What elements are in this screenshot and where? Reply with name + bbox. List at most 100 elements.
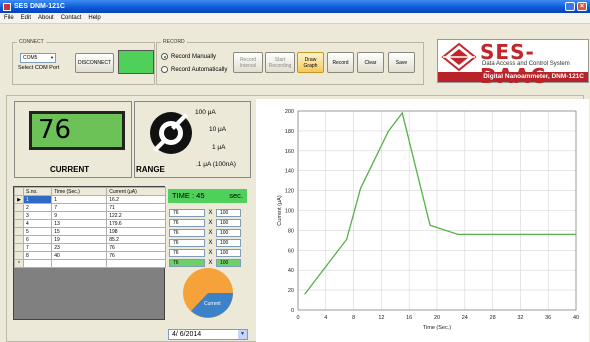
menu-edit[interactable]: Edit xyxy=(21,13,31,23)
clear-button[interactable]: Clear xyxy=(357,52,384,73)
record-interval-button[interactable]: Record Interval xyxy=(233,52,263,73)
reading-value-field[interactable]: 76 xyxy=(169,228,205,237)
column-header-time[interactable]: Time (Sec.) xyxy=(51,187,108,196)
table-cell[interactable]: 7 xyxy=(51,203,108,212)
table-cell[interactable]: 2 xyxy=(22,203,53,212)
table-cell[interactable]: 8 xyxy=(22,251,53,260)
window-title: SES DNM-121C xyxy=(14,3,65,10)
record-automatically-radio[interactable] xyxy=(161,66,168,73)
row-header[interactable] xyxy=(14,203,24,212)
x-tick-label: 28 xyxy=(490,315,496,321)
table-row[interactable]: 7 23 76 xyxy=(14,243,166,252)
multiplier-value-field[interactable]: 100 xyxy=(216,258,241,267)
table-row[interactable]: 6 19 85.2 xyxy=(14,235,166,244)
com-port-label: Select COM Port xyxy=(18,65,60,71)
multiplier-value-field[interactable]: 100 xyxy=(216,218,241,227)
range-selector-knob-icon[interactable] xyxy=(147,109,195,157)
x-tick-label: 8 xyxy=(352,315,355,321)
multiplier-value-field[interactable]: 100 xyxy=(216,208,241,217)
row-header[interactable] xyxy=(14,235,24,244)
row-header[interactable] xyxy=(14,251,24,260)
reading-value-field[interactable]: 76 xyxy=(169,258,205,267)
x-tick-label: 0 xyxy=(296,315,299,321)
table-cell[interactable]: 76 xyxy=(106,243,166,252)
menu-about[interactable]: About xyxy=(38,13,54,23)
multiplier-value-field[interactable]: 100 xyxy=(216,248,241,257)
range-option-10ua[interactable]: 10 μA xyxy=(209,126,226,133)
close-button[interactable]: × xyxy=(577,2,587,11)
record-manually-radio[interactable] xyxy=(161,53,168,60)
table-cell[interactable] xyxy=(51,259,108,268)
table-cell[interactable]: 71 xyxy=(106,203,166,212)
table-cell[interactable]: 13 xyxy=(51,219,108,228)
reading-value-field[interactable]: 76 xyxy=(169,238,205,247)
record-button[interactable]: Record xyxy=(327,52,354,73)
column-header-sno[interactable]: S.no. xyxy=(22,187,53,196)
draw-graph-button[interactable]: Draw Graph xyxy=(297,52,324,73)
disconnect-button[interactable]: DISCONNECT xyxy=(75,53,114,73)
row-header[interactable] xyxy=(14,219,24,228)
table-cell[interactable]: 3 xyxy=(22,211,53,220)
multiplier-value-field[interactable]: 100 xyxy=(216,238,241,247)
x-tick-label: 12 xyxy=(378,315,384,321)
new-row[interactable]: * xyxy=(14,259,166,268)
table-row[interactable]: 3 9 122.2 xyxy=(14,211,166,220)
multiply-icon: X xyxy=(208,239,213,246)
table-cell[interactable]: 1 xyxy=(51,195,108,204)
range-option-100na[interactable]: .1 μA (100nA) xyxy=(196,161,236,168)
table-cell[interactable]: 23 xyxy=(51,243,108,252)
start-recording-button[interactable]: Start Recording xyxy=(265,52,295,73)
table-row[interactable]: ▶ 1 1 16.2 xyxy=(14,195,166,204)
table-cell[interactable]: 4 xyxy=(22,219,53,228)
table-cell[interactable]: 5 xyxy=(22,227,53,236)
elapsed-time-unit: sec. xyxy=(229,191,243,200)
com-port-select[interactable]: COM5 xyxy=(20,53,56,63)
row-header[interactable] xyxy=(14,211,24,220)
x-tick-label: 40 xyxy=(573,315,579,321)
table-row[interactable]: 2 7 71 xyxy=(14,203,166,212)
table-row[interactable]: 5 15 198 xyxy=(14,227,166,236)
x-tick-label: 4 xyxy=(324,315,327,321)
save-button[interactable]: Save xyxy=(388,52,415,73)
table-cell[interactable]: 16.2 xyxy=(106,195,166,204)
table-cell[interactable]: 6 xyxy=(22,235,53,244)
y-tick-label: 40 xyxy=(288,268,294,274)
menu-contact[interactable]: Contact xyxy=(61,13,82,23)
table-cell[interactable]: 198 xyxy=(106,227,166,236)
table-cell[interactable]: 122.2 xyxy=(106,211,166,220)
range-option-100ua[interactable]: 100 μA xyxy=(195,109,216,116)
table-cell[interactable]: 85.2 xyxy=(106,235,166,244)
multiplier-row: 76 X 100 xyxy=(169,248,241,257)
row-header[interactable]: ▶ xyxy=(14,195,24,204)
menu-help[interactable]: Help xyxy=(88,13,100,23)
record-automatically-option[interactable]: Record Automatically xyxy=(161,66,227,73)
column-header-current[interactable]: Current (μA) xyxy=(106,187,166,196)
multiplier-row: 76 X 100 xyxy=(169,218,241,227)
multiplier-row: 76 X 100 xyxy=(169,238,241,247)
record-manually-option[interactable]: Record Manually xyxy=(161,53,216,60)
table-cell[interactable]: 15 xyxy=(51,227,108,236)
menu-file[interactable]: File xyxy=(4,13,14,23)
current-series-line xyxy=(304,111,576,295)
table-cell[interactable]: 40 xyxy=(51,251,108,260)
table-cell[interactable]: 179.6 xyxy=(106,219,166,228)
row-header[interactable] xyxy=(14,243,24,252)
reading-value-field[interactable]: 76 xyxy=(169,208,205,217)
range-option-1ua[interactable]: 1 μA xyxy=(212,144,226,151)
reading-value-field[interactable]: 76 xyxy=(169,248,205,257)
readings-table[interactable]: S.no. Time (Sec.) Current (μA) ▶ 1 1 16.2 2 7… xyxy=(13,186,166,320)
row-header[interactable] xyxy=(14,227,24,236)
table-cell[interactable] xyxy=(22,259,53,268)
table-cell[interactable]: 7 xyxy=(22,243,53,252)
table-cell[interactable]: 76 xyxy=(106,251,166,260)
table-row[interactable]: 8 40 76 xyxy=(14,251,166,260)
table-cell[interactable] xyxy=(106,259,166,268)
table-row[interactable]: 4 13 179.6 xyxy=(14,219,166,228)
reading-value-field[interactable]: 76 xyxy=(169,218,205,227)
multiplier-value-field[interactable]: 100 xyxy=(216,228,241,237)
table-cell[interactable]: 9 xyxy=(51,211,108,220)
table-cell[interactable]: 1 xyxy=(22,195,53,204)
table-cell[interactable]: 19 xyxy=(51,235,108,244)
minimize-button[interactable] xyxy=(565,2,575,11)
date-picker[interactable]: 4/ 6/2014 xyxy=(168,329,248,340)
